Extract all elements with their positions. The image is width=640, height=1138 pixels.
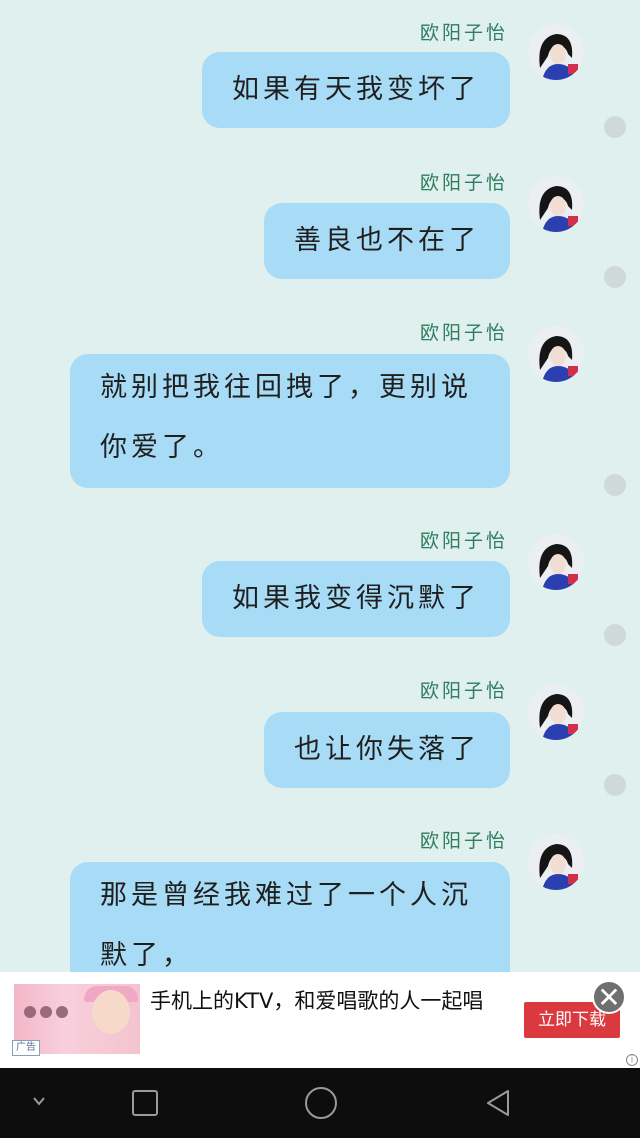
- avatar-girl-icon[interactable]: [528, 326, 584, 382]
- avatar-girl-icon[interactable]: [528, 834, 584, 890]
- sender-name: 欧阳子怡: [419, 172, 508, 194]
- status-dot: [604, 774, 626, 796]
- status-dot: [604, 474, 626, 496]
- back-icon[interactable]: [482, 1087, 514, 1119]
- recent-apps-icon[interactable]: [132, 1090, 158, 1116]
- message-bubble[interactable]: 善良也不在了: [264, 203, 510, 279]
- sender-name: 欧阳子怡: [419, 680, 508, 702]
- message-bubble[interactable]: 如果有天我变坏了: [202, 52, 510, 128]
- message-bubble[interactable]: 那是曾经我难过了一个人沉默了，: [70, 862, 510, 972]
- home-icon[interactable]: [305, 1087, 337, 1119]
- ad-banner[interactable]: 广告 手机上的KTV，和爱唱歌的人一起唱 立即下载 ✕ i: [0, 972, 640, 1068]
- avatar-girl-icon[interactable]: [528, 534, 584, 590]
- avatar-girl-icon[interactable]: [528, 24, 584, 80]
- status-dot: [604, 624, 626, 646]
- message-bubble[interactable]: 如果我变得沉默了: [202, 561, 510, 637]
- chat-area: 欧阳子怡 如果有天我变坏了 欧阳子怡 善良也不在了 欧阳子怡 就别把我往回拽了，…: [0, 0, 640, 972]
- status-dot: [604, 266, 626, 288]
- ad-tag: 广告: [12, 1040, 40, 1056]
- avatar-girl-icon[interactable]: [528, 684, 584, 740]
- sender-name: 欧阳子怡: [419, 530, 508, 552]
- sender-name: 欧阳子怡: [419, 322, 508, 344]
- message-bubble[interactable]: 也让你失落了: [264, 712, 510, 788]
- avatar-girl-icon[interactable]: [528, 176, 584, 232]
- system-nav-bar: [0, 1068, 640, 1138]
- close-icon[interactable]: ✕: [592, 980, 626, 1014]
- ad-headline[interactable]: 手机上的KTV，和爱唱歌的人一起唱: [150, 986, 490, 1016]
- sender-name: 欧阳子怡: [419, 22, 508, 44]
- sender-name: 欧阳子怡: [419, 830, 508, 852]
- status-dot: [604, 116, 626, 138]
- chevron-down-icon[interactable]: [32, 1094, 46, 1108]
- message-bubble[interactable]: 就别把我往回拽了，更别说你爱了。: [70, 354, 510, 488]
- info-icon[interactable]: i: [626, 1054, 638, 1066]
